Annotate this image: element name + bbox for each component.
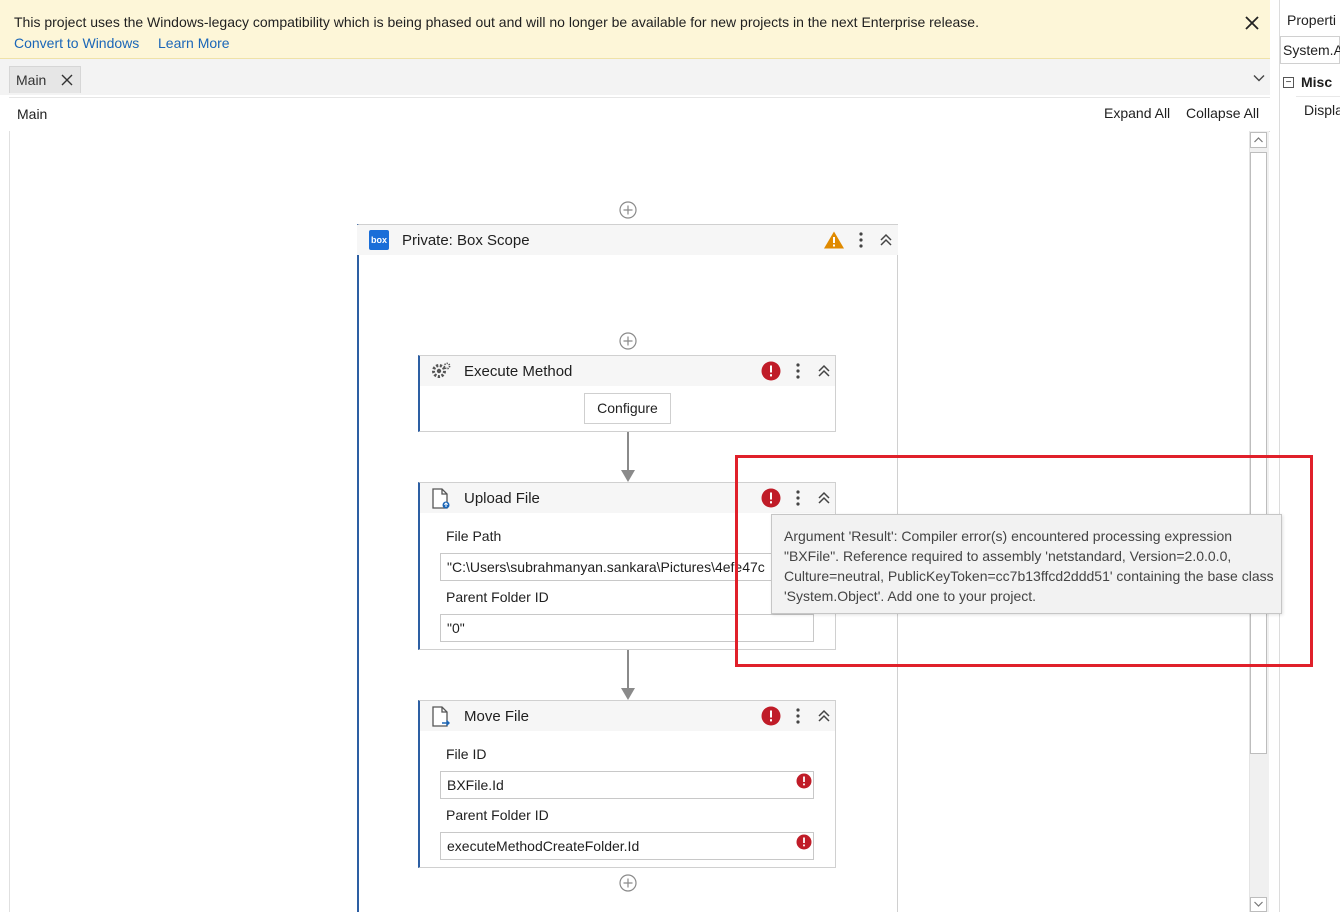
move-parent-folder-id-label: Parent Folder ID (446, 807, 549, 823)
more-vertical-icon[interactable] (852, 230, 870, 250)
file-path-label: File Path (446, 528, 502, 544)
learn-more-link[interactable]: Learn More (158, 35, 230, 51)
connector-line (627, 432, 629, 472)
tab-label: Main (16, 72, 47, 88)
properties-category-misc: Misc (1301, 74, 1333, 90)
collapse-all-button[interactable]: Collapse All (1186, 105, 1259, 121)
chevron-down-icon[interactable] (1252, 71, 1266, 85)
close-icon[interactable] (60, 73, 74, 87)
error-circle-icon[interactable] (761, 706, 781, 726)
more-vertical-icon[interactable] (790, 361, 806, 381)
error-circle-icon[interactable] (761, 361, 781, 381)
add-activity-icon[interactable] (619, 201, 637, 219)
close-icon[interactable] (1242, 13, 1262, 33)
properties-title: Properti (1287, 12, 1337, 28)
box-scope-title: Private: Box Scope (402, 232, 530, 249)
double-chevron-up-icon[interactable] (816, 363, 832, 379)
properties-type-text: System.A (1283, 42, 1340, 58)
document-tab-strip (0, 59, 1270, 95)
connector-line (627, 650, 629, 690)
tab-main[interactable]: Main (9, 66, 81, 93)
arrow-down-icon (621, 470, 635, 482)
move-parent-folder-id-input[interactable]: executeMethodCreateFolder.Id (440, 832, 814, 860)
highlight-frame (735, 455, 1313, 667)
double-chevron-up-icon[interactable] (816, 708, 832, 724)
arrow-down-icon (621, 688, 635, 700)
scroll-up-icon[interactable] (1250, 132, 1267, 148)
convert-to-windows-link[interactable]: Convert to Windows (14, 35, 139, 51)
expand-all-button[interactable]: Expand All (1104, 105, 1170, 121)
banner-message: This project uses the Windows-legacy com… (14, 14, 979, 30)
file-id-input[interactable]: BXFile.Id (440, 771, 814, 799)
upload-file-title: Upload File (464, 490, 540, 507)
properties-type-field[interactable]: System.A (1280, 36, 1340, 64)
box-logo-icon: box (369, 230, 389, 250)
error-circle-icon[interactable] (796, 834, 812, 850)
file-upload-icon (432, 488, 450, 509)
add-activity-icon[interactable] (619, 874, 637, 892)
designer-header: Main Expand All Collapse All (9, 97, 1270, 132)
gear-icon (432, 362, 451, 378)
breadcrumb[interactable]: Main (17, 106, 47, 122)
error-circle-icon[interactable] (796, 773, 812, 789)
configure-button[interactable]: Configure (584, 393, 671, 424)
more-vertical-icon[interactable] (790, 706, 806, 726)
properties-separator (1296, 96, 1340, 97)
file-move-icon (432, 706, 450, 727)
execute-method-title: Execute Method (464, 363, 573, 380)
properties-row-display[interactable]: Displa (1304, 102, 1340, 118)
collapse-misc-icon[interactable]: − (1283, 77, 1294, 88)
move-file-title: Move File (464, 708, 530, 725)
double-chevron-up-icon[interactable] (877, 231, 895, 249)
warning-triangle-icon[interactable] (823, 230, 845, 250)
file-id-label: File ID (446, 746, 487, 762)
scroll-down-icon[interactable] (1250, 897, 1267, 912)
legacy-compat-banner: This project uses the Windows-legacy com… (0, 0, 1270, 59)
add-activity-icon[interactable] (619, 332, 637, 350)
parent-folder-id-label: Parent Folder ID (446, 589, 549, 605)
